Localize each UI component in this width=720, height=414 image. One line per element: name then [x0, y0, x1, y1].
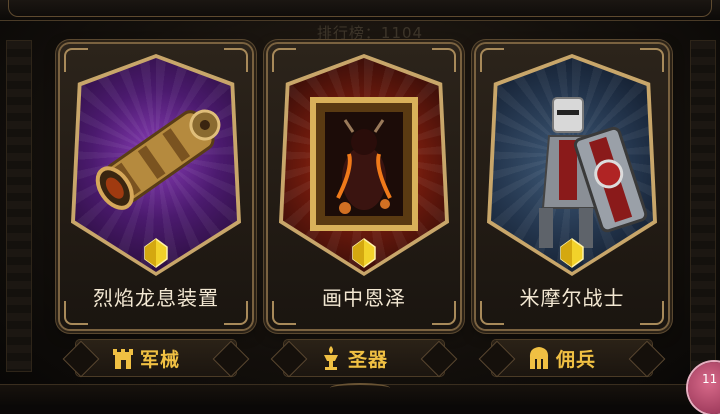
castle-tower-icon: [113, 349, 133, 369]
yellow-crystal-icon: [352, 238, 376, 268]
card-blazing-dragon-device[interactable]: 烈焰龙息装置: [60, 44, 252, 329]
top-frame: [0, 0, 720, 21]
spartan-helmet-icon: [529, 347, 549, 369]
rank-label: 排行榜：1104: [316, 24, 424, 42]
category-label: 圣器: [348, 349, 389, 371]
card-title: 画中恩泽: [322, 286, 406, 310]
category-label: 佣兵: [556, 349, 597, 371]
badge-number: 11: [702, 372, 718, 386]
game-screen: 排行榜：1104 烈焰龙息装置 画中恩泽 米摩尔战士 军械 圣器 佣兵 11: [0, 0, 720, 414]
chalice-torch-icon: [324, 346, 338, 370]
yellow-crystal-icon: [144, 238, 168, 268]
card-mimor-warrior[interactable]: 米摩尔战士: [476, 44, 668, 329]
card-title: 米摩尔战士: [519, 286, 625, 310]
category-tag-mercenary[interactable]: 佣兵: [492, 340, 652, 376]
bottom-frame: [0, 383, 720, 405]
category-tag-relic[interactable]: 圣器: [284, 340, 444, 376]
card-title: 烈焰龙息装置: [93, 286, 219, 310]
right-pillar-decoration: [690, 40, 716, 372]
category-label: 军械: [140, 349, 181, 371]
yellow-crystal-icon: [560, 238, 584, 268]
card-grace-in-painting[interactable]: 画中恩泽: [268, 44, 460, 329]
left-pillar-decoration: [6, 40, 32, 372]
category-tag-ordnance[interactable]: 军械: [76, 340, 236, 376]
